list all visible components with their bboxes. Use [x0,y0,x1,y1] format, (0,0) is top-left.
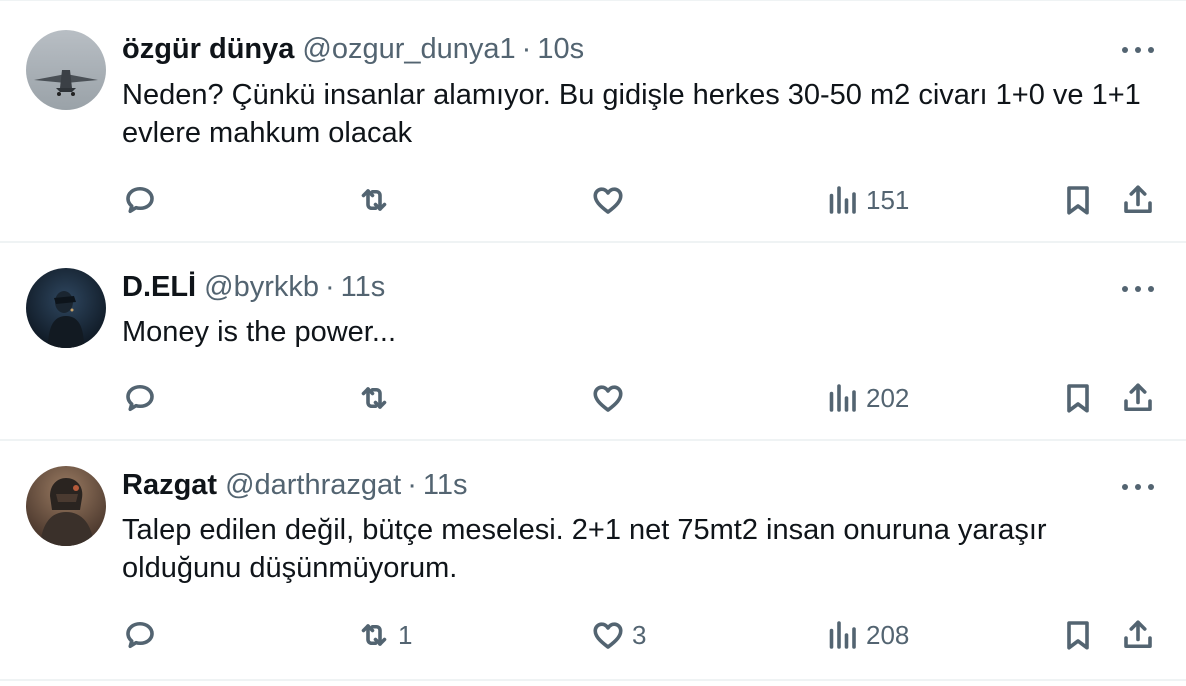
author-name[interactable]: özgür dünya [122,31,294,67]
repost-button[interactable]: 1 [356,613,412,657]
avatar[interactable] [26,268,106,348]
share-icon [1124,620,1152,649]
views-icon [829,186,856,214]
more-icon[interactable] [1122,284,1154,294]
tweet-header: Razgat @darthrazgat · 11s [122,467,468,503]
avatar[interactable] [26,30,106,110]
bookmark-button[interactable] [1060,376,1096,420]
like-icon [593,385,623,412]
reply-icon [126,621,154,649]
repost-button[interactable] [356,178,398,222]
like-count: 3 [632,619,647,650]
repost-count: 1 [398,619,413,650]
views-icon [829,384,856,412]
repost-button[interactable] [356,376,398,420]
action-bar: 1 3 208 [0,613,1186,657]
timestamp[interactable]: 11s [423,467,468,503]
author-handle[interactable]: @darthrazgat [225,467,401,503]
views-count: 208 [866,619,910,650]
like-icon [593,622,623,649]
timestamp[interactable]: 10s [537,31,584,67]
separator: · [521,33,532,65]
author-name[interactable]: Razgat [122,467,217,503]
share-button[interactable] [1120,613,1156,657]
bookmark-icon [1067,186,1089,215]
share-button[interactable] [1120,178,1156,222]
bookmark-icon [1067,621,1089,650]
views-button[interactable]: 208 [824,613,909,657]
reply-icon [126,186,154,214]
views-button[interactable]: 151 [824,178,909,222]
author-handle[interactable]: @ozgur_dunya1 [302,31,515,67]
author-handle[interactable]: @byrkkb [204,269,319,305]
repost-icon [361,624,387,646]
like-icon [593,187,623,214]
views-icon [829,621,856,649]
views-count: 202 [866,382,910,413]
timestamp[interactable]: 11s [341,269,386,305]
like-button[interactable] [590,178,632,222]
like-button[interactable]: 3 [590,613,646,657]
repost-icon [361,189,387,211]
more-icon[interactable] [1122,482,1154,492]
action-bar: 151 [0,178,1186,222]
avatar[interactable] [26,466,106,546]
more-icon[interactable] [1122,45,1154,55]
tweet-text: Money is the power... [122,316,397,348]
bookmark-button[interactable] [1060,178,1096,222]
reply-button[interactable] [122,376,164,420]
author-name[interactable]: D.ELİ [122,269,196,305]
views-button[interactable]: 202 [824,376,909,420]
tweet-header: özgür dünya @ozgur_dunya1 · 10s [122,31,584,67]
reply-button[interactable] [122,613,164,657]
share-icon [1124,383,1152,412]
share-icon [1124,185,1152,214]
tweet[interactable]: özgür dünya @ozgur_dunya1 · 10s Neden? Ç… [0,0,1186,243]
tweet[interactable]: D.ELİ @byrkkb · 11s Money is the power..… [0,243,1186,441]
repost-icon [361,387,387,409]
tweet-text: Talep edilen değil, bütçe meselesi. 2+1 … [122,514,1047,584]
views-count: 151 [866,184,910,215]
reply-button[interactable] [122,178,164,222]
share-button[interactable] [1120,376,1156,420]
bookmark-button[interactable] [1060,613,1096,657]
reply-icon [126,384,154,412]
separator: · [324,271,335,303]
tweet[interactable]: Razgat @darthrazgat · 11s Talep edilen d… [0,441,1186,681]
like-button[interactable] [590,376,632,420]
tweet-header: D.ELİ @byrkkb · 11s [122,269,385,305]
tweet-text: Neden? Çünkü insanlar alamıyor. Bu gidiş… [122,79,1141,149]
separator: · [407,469,417,501]
bookmark-icon [1067,384,1089,413]
action-bar: 202 [0,376,1186,420]
